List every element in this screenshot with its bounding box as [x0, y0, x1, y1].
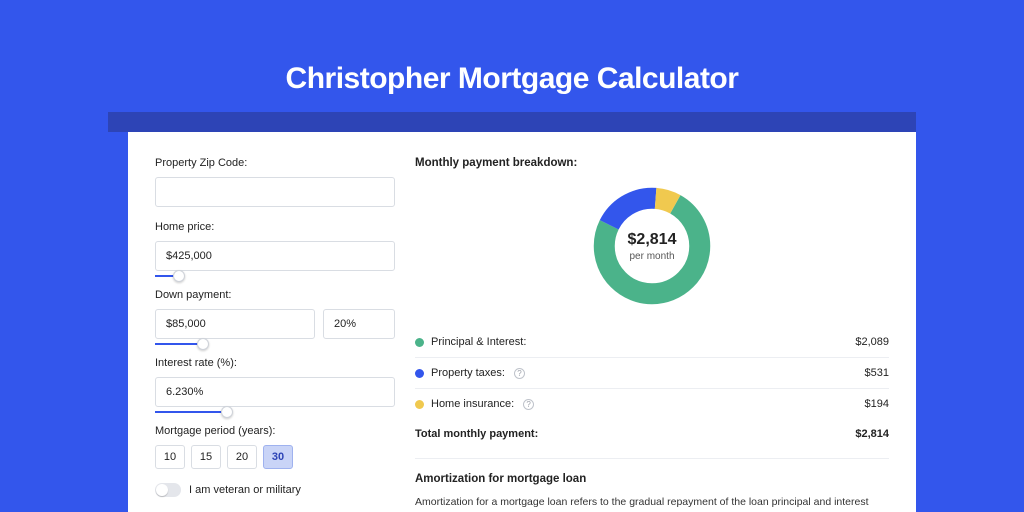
breakdown-column: Monthly payment breakdown: $2,814 per mo…: [415, 157, 889, 512]
down-payment-label: Down payment:: [155, 289, 395, 301]
slider-thumb[interactable]: [197, 338, 209, 350]
legend-value: $2,089: [855, 336, 889, 348]
slider-thumb[interactable]: [221, 406, 233, 418]
legend-dot: [415, 400, 424, 409]
zip-input[interactable]: [155, 177, 395, 207]
calculator-card: Property Zip Code: Home price: Down paym…: [128, 132, 916, 512]
period-btn-10[interactable]: 10: [155, 445, 185, 469]
home-price-slider[interactable]: [155, 271, 395, 289]
legend-dot: [415, 369, 424, 378]
header-band: [108, 112, 916, 132]
slider-fill: [155, 343, 203, 345]
amortization-section: Amortization for mortgage loan Amortizat…: [415, 458, 889, 512]
total-row: Total monthly payment: $2,814: [415, 419, 889, 440]
total-value: $2,814: [855, 428, 889, 440]
legend-label: Property taxes:: [431, 367, 505, 379]
veteran-label: I am veteran or military: [189, 484, 301, 496]
amortization-text: Amortization for a mortgage loan refers …: [415, 495, 889, 512]
breakdown-title: Monthly payment breakdown:: [415, 157, 889, 169]
interest-rate-field: Interest rate (%):: [155, 357, 395, 425]
mortgage-period-label: Mortgage period (years):: [155, 425, 395, 437]
down-payment-input[interactable]: [155, 309, 315, 339]
donut-chart: $2,814 per month: [589, 183, 715, 309]
down-payment-field: Down payment:: [155, 289, 395, 357]
down-payment-slider[interactable]: [155, 339, 395, 357]
zip-label: Property Zip Code:: [155, 157, 395, 169]
legend-row: Home insurance:? $194: [415, 389, 889, 419]
legend-label: Home insurance:: [431, 398, 514, 410]
slider-fill: [155, 411, 227, 413]
form-column: Property Zip Code: Home price: Down paym…: [155, 157, 395, 512]
mortgage-period-field: Mortgage period (years): 10152030: [155, 425, 395, 469]
interest-rate-input[interactable]: [155, 377, 395, 407]
mortgage-period-options: 10152030: [155, 445, 395, 469]
interest-rate-label: Interest rate (%):: [155, 357, 395, 369]
legend-value: $531: [865, 367, 889, 379]
donut-chart-wrap: $2,814 per month: [415, 183, 889, 309]
period-btn-20[interactable]: 20: [227, 445, 257, 469]
donut-sub: per month: [629, 251, 674, 262]
toggle-knob: [156, 484, 168, 496]
zip-field: Property Zip Code:: [155, 157, 395, 207]
period-btn-30[interactable]: 30: [263, 445, 293, 469]
info-icon[interactable]: ?: [514, 368, 525, 379]
legend-label: Principal & Interest:: [431, 336, 526, 348]
amortization-title: Amortization for mortgage loan: [415, 473, 889, 485]
home-price-input[interactable]: [155, 241, 395, 271]
veteran-row: I am veteran or military: [155, 483, 395, 497]
legend: Principal & Interest: $2,089 Property taxe…: [415, 327, 889, 419]
total-label: Total monthly payment:: [415, 428, 538, 440]
donut-center: $2,814 per month: [589, 183, 715, 309]
period-btn-15[interactable]: 15: [191, 445, 221, 469]
legend-row: Principal & Interest: $2,089: [415, 327, 889, 358]
slider-thumb[interactable]: [173, 270, 185, 282]
legend-row: Property taxes:? $531: [415, 358, 889, 389]
legend-dot: [415, 338, 424, 347]
home-price-field: Home price:: [155, 221, 395, 289]
legend-value: $194: [865, 398, 889, 410]
page-title: Christopher Mortgage Calculator: [0, 0, 1024, 96]
interest-rate-slider[interactable]: [155, 407, 395, 425]
donut-amount: $2,814: [628, 231, 677, 249]
down-payment-pct-input[interactable]: [323, 309, 395, 339]
veteran-toggle[interactable]: [155, 483, 181, 497]
home-price-label: Home price:: [155, 221, 395, 233]
info-icon[interactable]: ?: [523, 399, 534, 410]
